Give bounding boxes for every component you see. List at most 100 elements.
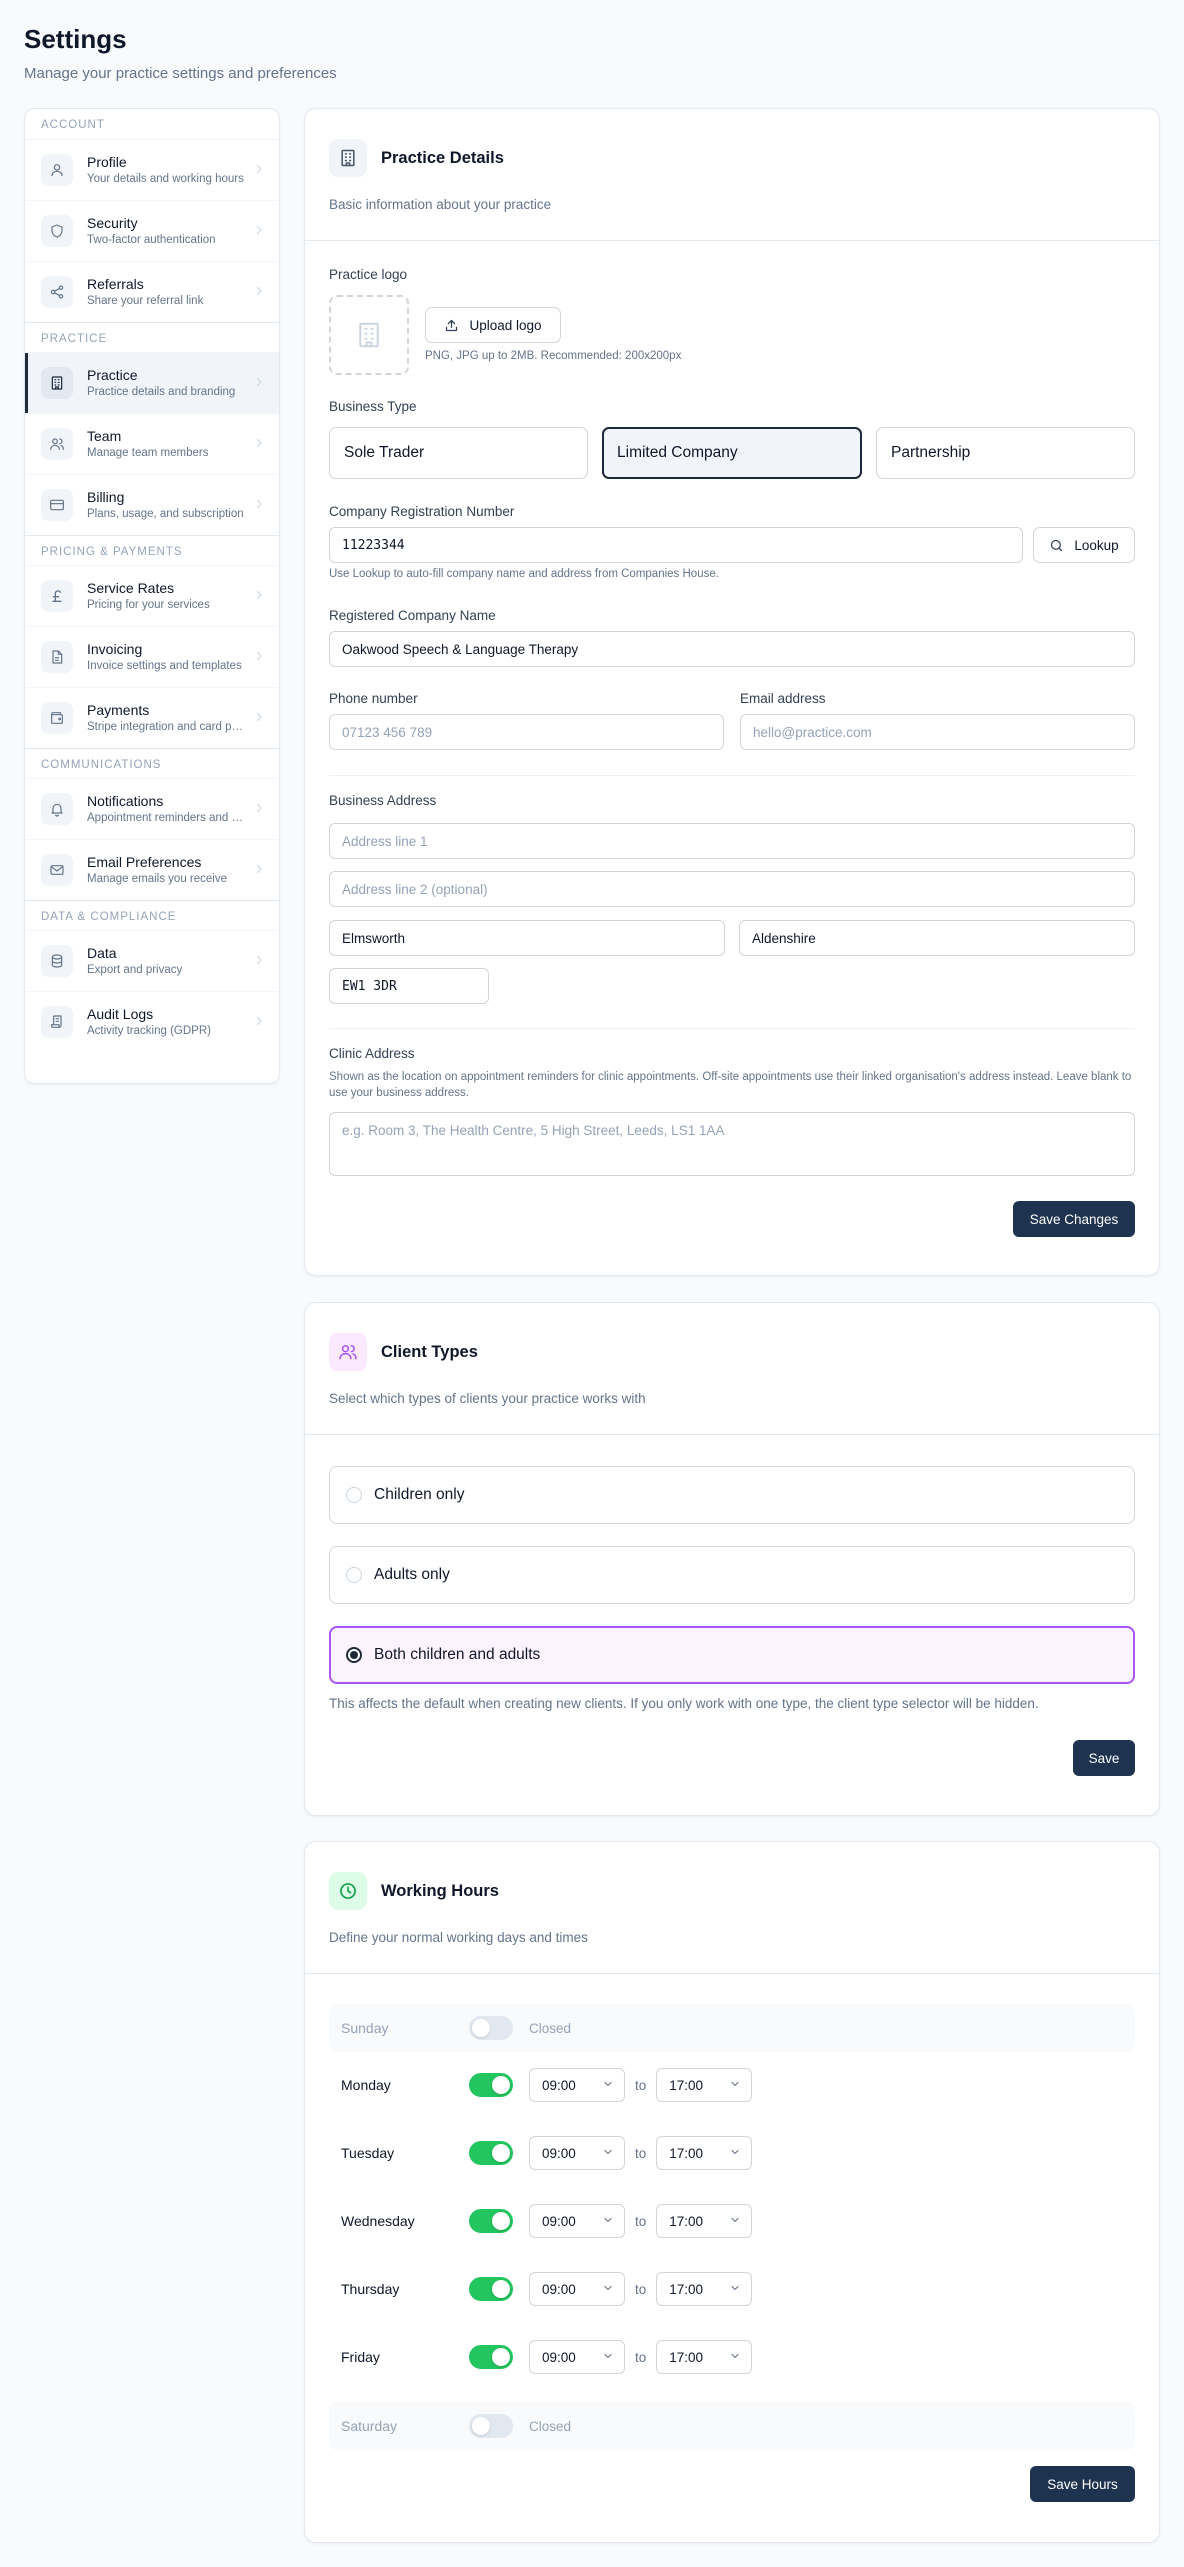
start-time-select[interactable]: 09:00	[529, 2340, 625, 2374]
business-type-limited-company[interactable]: Limited Company	[602, 427, 862, 479]
nav-group-label: Data & Compliance	[25, 900, 279, 930]
chevron-right-icon	[253, 375, 265, 391]
start-time-select[interactable]: 09:00	[529, 2136, 625, 2170]
address-line2-input[interactable]: Address line 2 (optional)	[329, 871, 1135, 907]
end-time-select[interactable]: 17:00	[656, 2136, 753, 2170]
nav-title: Team	[87, 428, 122, 444]
radio-dot[interactable]	[346, 1487, 362, 1503]
search-icon	[1051, 539, 1063, 551]
nav-title: Audit Logs	[87, 1006, 154, 1022]
to-label: to	[635, 2145, 647, 2161]
sidebar-item-billing[interactable]: Billing Plans, usage, and subscription	[25, 474, 279, 535]
upload-icon	[446, 319, 458, 331]
company-name-input[interactable]: Oakwood Speech & Language Therapy	[329, 631, 1135, 667]
lookup-label: Lookup	[1074, 537, 1119, 553]
working-hours-card: Working Hours Define your normal working…	[304, 1841, 1160, 2543]
upload-logo-button[interactable]: Upload logo	[425, 307, 561, 343]
nav-text: Notifications Appointment reminders and a…	[87, 792, 247, 826]
day-toggle[interactable]	[469, 2141, 513, 2165]
end-time-select[interactable]: 17:00	[656, 2340, 753, 2374]
sidebar-item-profile[interactable]: Profile Your details and working hours	[25, 139, 279, 200]
nav-desc: Activity tracking (GDPR)	[87, 1025, 211, 1037]
start-time-value: 09:00	[542, 2145, 576, 2161]
nav-desc: Your details and working hours	[87, 173, 244, 185]
chevron-down-icon	[729, 2078, 741, 2093]
chevron-right-icon	[253, 497, 265, 513]
nav-text: Invoicing Invoice settings and templates	[87, 640, 247, 674]
end-time-select[interactable]: 17:00	[656, 2272, 753, 2306]
day-row-friday: Friday 09:00 to 17:00	[329, 2333, 1135, 2381]
day-name: Monday	[341, 2077, 391, 2093]
business-type-sole-trader[interactable]: Sole Trader	[329, 427, 588, 479]
start-time-select[interactable]: 09:00	[529, 2068, 625, 2102]
day-toggle[interactable]	[469, 2414, 513, 2438]
email-input[interactable]: hello@practice.com	[740, 714, 1135, 750]
bell-icon	[41, 793, 73, 825]
sidebar-item-payments[interactable]: Payments Stripe integration and card paym…	[25, 687, 279, 748]
nav-desc: Appointment reminders and alerts	[87, 812, 247, 824]
day-toggle[interactable]	[469, 2277, 513, 2301]
sidebar-item-referrals[interactable]: Referrals Share your referral link	[25, 261, 279, 322]
client-type-adults-only[interactable]: Adults only	[329, 1546, 1135, 1604]
business-type-partnership[interactable]: Partnership	[876, 427, 1135, 479]
email-label: Email address	[740, 691, 826, 706]
crn-input[interactable]: 11223344	[329, 527, 1023, 563]
credit-card-icon	[41, 489, 73, 521]
nav-desc: Plans, usage, and subscription	[87, 508, 244, 520]
clinic-address-textarea[interactable]: e.g. Room 3, The Health Centre, 5 High S…	[329, 1112, 1135, 1176]
client-type-both-children-and-adults[interactable]: Both children and adults	[329, 1626, 1135, 1684]
sidebar-item-team[interactable]: Team Manage team members	[25, 413, 279, 474]
sidebar-item-security[interactable]: Security Two-factor authentication	[25, 200, 279, 261]
save-client-types-button[interactable]: Save	[1073, 1740, 1135, 1776]
sidebar-item-service-rates[interactable]: Service Rates Pricing for your services	[25, 565, 279, 626]
day-name: Tuesday	[341, 2145, 395, 2161]
start-time-value: 09:00	[542, 2077, 576, 2093]
address-line1-input[interactable]: Address line 1	[329, 823, 1135, 859]
end-time-select[interactable]: 17:00	[656, 2204, 753, 2238]
working-hours-title: Working Hours	[381, 1881, 499, 1900]
radio-dot[interactable]	[346, 1647, 362, 1663]
day-toggle[interactable]	[469, 2345, 513, 2369]
client-type-children-only[interactable]: Children only	[329, 1466, 1135, 1524]
day-row-saturday: Saturday Closed	[329, 2402, 1135, 2450]
practice-logo-label: Practice logo	[329, 267, 408, 282]
save-hours-button[interactable]: Save Hours	[1030, 2466, 1135, 2502]
nav-title: Billing	[87, 489, 125, 505]
city-input[interactable]: Elmsworth	[329, 920, 725, 956]
nav-text: Profile Your details and working hours	[87, 153, 247, 187]
start-time-value: 09:00	[542, 2349, 576, 2365]
day-toggle[interactable]	[469, 2073, 513, 2097]
client-types-title: Client Types	[381, 1342, 478, 1361]
sidebar-item-audit-logs[interactable]: Audit Logs Activity tracking (GDPR)	[25, 991, 279, 1052]
phone-input[interactable]: 07123 456 789	[329, 714, 724, 750]
day-toggle[interactable]	[469, 2016, 513, 2040]
logo-placeholder[interactable]	[329, 295, 409, 375]
save-changes-button[interactable]: Save Changes	[1013, 1201, 1135, 1237]
chevron-right-icon	[253, 1014, 265, 1030]
chevron-down-icon	[602, 2146, 614, 2161]
sidebar-item-invoicing[interactable]: Invoicing Invoice settings and templates	[25, 626, 279, 687]
chevron-right-icon	[253, 588, 265, 604]
county-input[interactable]: Aldenshire	[739, 920, 1135, 956]
nav-text: Data Export and privacy	[87, 944, 247, 978]
nav-text: Security Two-factor authentication	[87, 214, 247, 248]
day-toggle[interactable]	[469, 2209, 513, 2233]
nav-title: Practice	[87, 367, 138, 383]
settings-sidebar: Account Profile Your details and working h…	[24, 108, 280, 1084]
lookup-button[interactable]: Lookup	[1033, 527, 1135, 563]
sidebar-item-email-preferences[interactable]: Email Preferences Manage emails you recei…	[25, 839, 279, 900]
start-time-select[interactable]: 09:00	[529, 2272, 625, 2306]
nav-text: Practice Practice details and branding	[87, 366, 247, 400]
end-time-select[interactable]: 17:00	[656, 2068, 753, 2102]
to-label: to	[635, 2281, 647, 2297]
radio-dot[interactable]	[346, 1567, 362, 1583]
toggle-knob	[472, 2417, 490, 2435]
start-time-select[interactable]: 09:00	[529, 2204, 625, 2238]
nav-desc: Share your referral link	[87, 295, 204, 307]
sidebar-item-practice[interactable]: Practice Practice details and branding	[25, 352, 279, 413]
postcode-input[interactable]: EW1 3DR	[329, 968, 489, 1004]
sidebar-item-notifications[interactable]: Notifications Appointment reminders and a…	[25, 778, 279, 839]
nav-group-data-and-compliance: Data & Compliance Data Export and privacy A…	[25, 900, 279, 1052]
day-name: Friday	[341, 2349, 380, 2365]
sidebar-item-data[interactable]: Data Export and privacy	[25, 930, 279, 991]
